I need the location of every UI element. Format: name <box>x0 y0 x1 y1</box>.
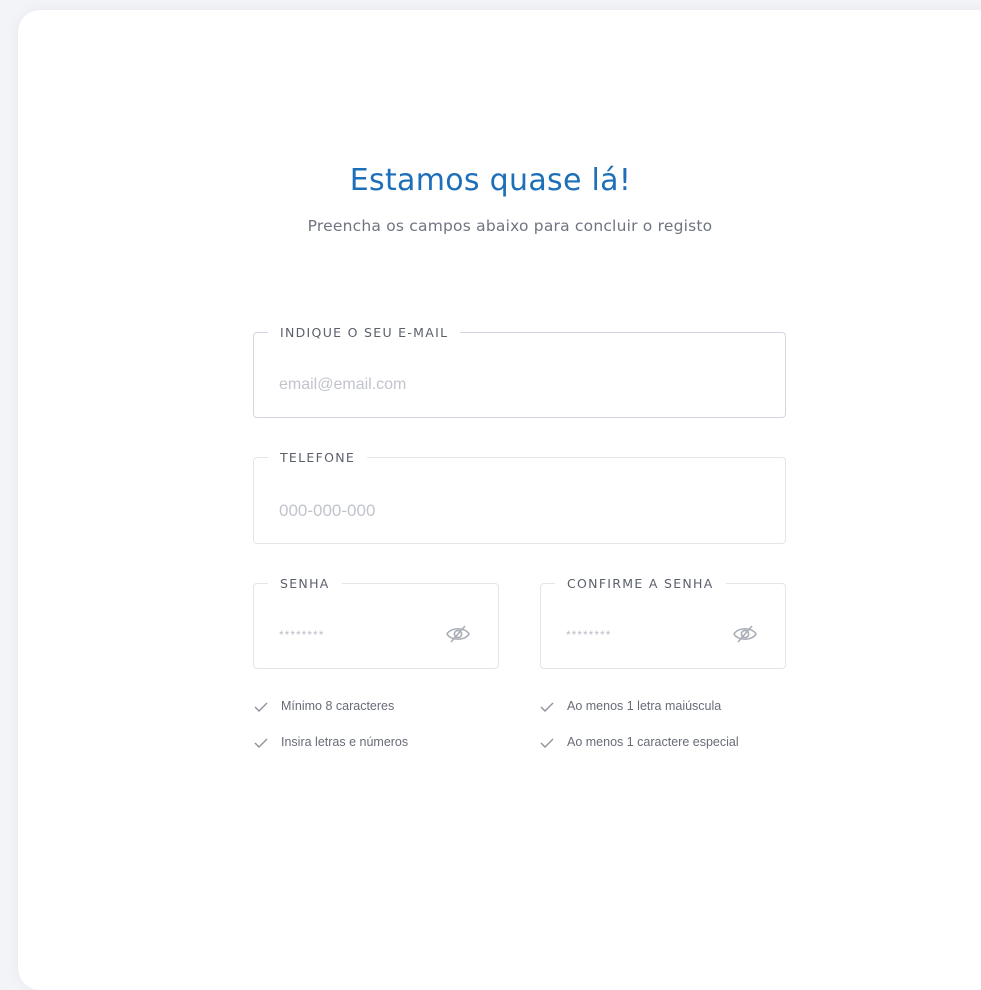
eye-off-icon[interactable] <box>445 624 471 644</box>
password-label: SENHA <box>280 576 330 591</box>
check-icon <box>540 701 554 712</box>
check-icon <box>540 737 554 748</box>
requirement-letters-numbers: Insira letras e números <box>254 735 408 749</box>
confirm-password-label: CONFIRME A SENHA <box>567 576 714 591</box>
requirement-text: Mínimo 8 caracteres <box>281 699 395 713</box>
requirement-uppercase: Ao menos 1 letra maiúscula <box>540 699 721 713</box>
page-title: Estamos quase lá! <box>349 163 632 198</box>
eye-off-icon[interactable] <box>732 624 758 644</box>
check-icon <box>254 701 268 712</box>
requirement-min-length: Mínimo 8 caracteres <box>254 699 394 713</box>
check-icon <box>254 737 268 748</box>
requirement-text: Ao menos 1 letra maiúscula <box>567 699 722 713</box>
phone-label: TELEFONE <box>280 450 356 465</box>
phone-input[interactable] <box>279 498 759 524</box>
page-subtitle: Preencha os campos abaixo para concluir … <box>307 217 713 235</box>
confirm-password-input[interactable] <box>566 624 726 646</box>
phone-field: TELEFONE <box>253 450 786 544</box>
password-field: SENHA <box>253 576 499 669</box>
email-field: INDIQUE O SEU E-MAIL <box>253 325 786 418</box>
requirement-text: Insira letras e números <box>281 735 409 749</box>
email-input[interactable] <box>279 373 759 397</box>
requirement-special-char: Ao menos 1 caractere especial <box>540 735 739 749</box>
requirement-text: Ao menos 1 caractere especial <box>567 735 739 749</box>
password-input[interactable] <box>279 624 439 646</box>
confirm-password-field: CONFIRME A SENHA <box>540 576 786 669</box>
email-label: INDIQUE O SEU E-MAIL <box>280 325 449 340</box>
